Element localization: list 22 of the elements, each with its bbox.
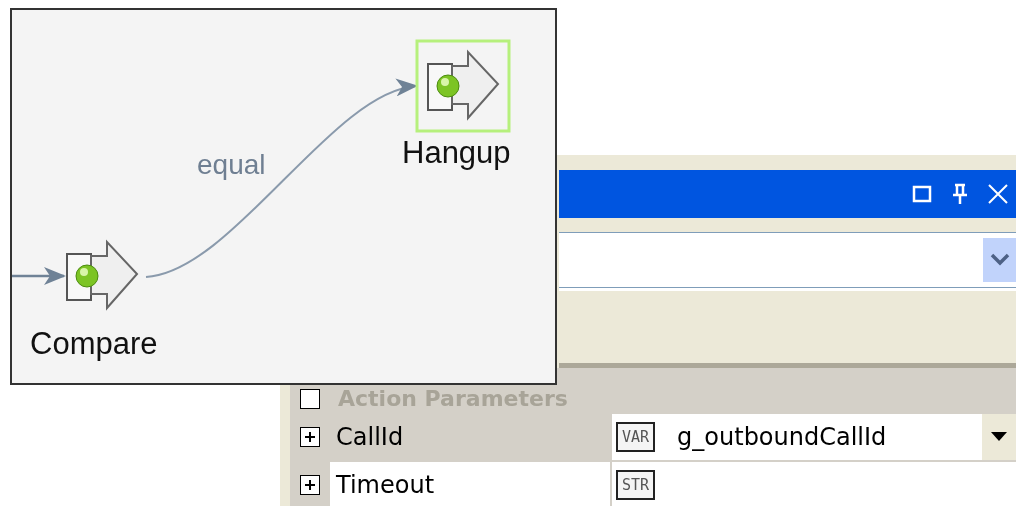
collapse-button[interactable] [300, 389, 320, 409]
node-label[interactable]: Compare [30, 326, 158, 361]
expand-button[interactable] [300, 427, 320, 447]
plus-icon [303, 430, 317, 444]
property-name[interactable]: Timeout [330, 462, 612, 506]
dropdown-button[interactable] [982, 414, 1016, 460]
action-arrow-icon [66, 239, 139, 311]
caret-down-icon [991, 432, 1007, 442]
close-icon[interactable] [986, 182, 1010, 206]
type-badge: STR [616, 470, 656, 500]
chevron-down-icon[interactable] [983, 238, 1016, 282]
value-text: g_outboundCallId [677, 423, 887, 451]
object-dropdown[interactable] [559, 232, 1016, 288]
plus-icon [303, 478, 317, 492]
incoming-arrow [12, 267, 66, 285]
type-badge: VAR [616, 422, 656, 452]
node-label[interactable]: Hangup [402, 135, 511, 170]
property-value[interactable]: STR [612, 462, 1016, 506]
expand-button[interactable] [300, 475, 320, 495]
connector-label: equal [197, 149, 266, 180]
property-value[interactable]: VAR g_outboundCallId [612, 414, 1016, 460]
action-arrow-icon [427, 49, 500, 121]
